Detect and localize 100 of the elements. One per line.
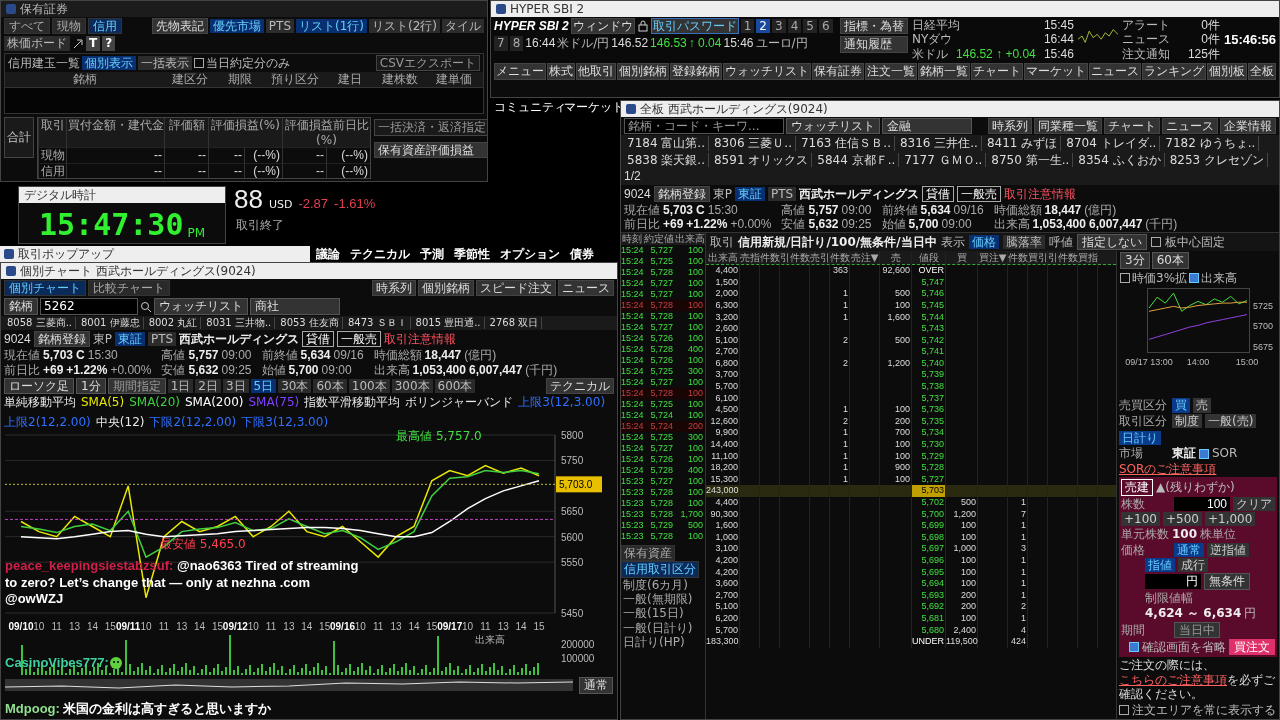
watchlist-dropdown[interactable]: ウォッチリスト [786, 118, 880, 135]
menu-button[interactable]: ニュース [1089, 63, 1141, 80]
menu-button[interactable]: マーケット [1024, 63, 1088, 80]
menu-button[interactable]: メニュー [494, 63, 546, 80]
workspace-tab[interactable]: 2 [756, 19, 770, 34]
menu-button[interactable]: チャート [971, 63, 1023, 80]
range-dropdown[interactable]: 期間指定 [107, 377, 166, 395]
ticker-tab[interactable]: 7182 ゆうちょ.. [1162, 136, 1260, 151]
register-button[interactable]: 銘柄登録 [33, 330, 90, 348]
bars-dropdown[interactable]: 60本 [1151, 252, 1189, 269]
column-header[interactable]: 建株数 [375, 72, 425, 87]
ticker-tab[interactable]: 5844 京都Ｆ.. [814, 152, 900, 168]
view-toggle[interactable]: 株価ボード [4, 36, 70, 51]
page-tab[interactable]: 予測 [420, 247, 444, 262]
period-button[interactable]: 2日 [195, 378, 221, 394]
ticker-tab[interactable]: 8253 クレセゾン [1166, 152, 1268, 168]
ticker-tab[interactable]: 8031 三井物.. [203, 316, 276, 329]
increment-button[interactable]: +1,000 [1204, 511, 1256, 527]
toolbar-button[interactable]: 同業種一覧 [1034, 118, 1102, 135]
ticker-tab[interactable]: 8591 オリックス [711, 152, 813, 168]
register-button[interactable]: 銘柄登録 [653, 185, 710, 202]
ticker-tab[interactable]: 7184 富山第.. [624, 136, 709, 151]
window-dropdown[interactable]: ウィンドウ [570, 18, 635, 35]
page-tab[interactable]: 季節性 [454, 247, 490, 262]
menu-button[interactable]: 他取引 [576, 63, 616, 80]
notice-label[interactable]: アラート [1121, 18, 1170, 33]
notice-label[interactable]: ニュース [1121, 32, 1170, 47]
side-toggle[interactable]: 買 [1172, 398, 1190, 413]
toolbar-button[interactable]: 個別銘柄 [418, 280, 474, 297]
checkbox[interactable] [1120, 272, 1130, 283]
menu-button[interactable]: 株式 [547, 63, 575, 80]
ticker-tab[interactable]: 8704 トレイダ.. [1063, 136, 1161, 151]
tab[interactable]: 信用 [88, 18, 122, 35]
market-toggle[interactable]: 優先市場 [209, 19, 264, 34]
toolbar-button[interactable]: スピード注文 [476, 280, 556, 297]
price-mode-toggle[interactable]: 通常 [1174, 542, 1204, 558]
sor-notice-link[interactable]: SORのご注意事項 [1119, 461, 1217, 477]
view-toggle[interactable]: タイル [442, 19, 484, 34]
notice-link[interactable]: こちらのご注意事項 [1119, 672, 1227, 687]
page-tab[interactable]: オプション [500, 247, 560, 262]
bottom-tab[interactable]: 信用取引区分 [621, 561, 699, 578]
price-type-toggle[interactable]: 指値 [1145, 558, 1175, 573]
toolbar-button[interactable]: 企業情報 [1220, 118, 1276, 135]
ticker-tab[interactable]: 8058 三菱商.. [4, 316, 76, 329]
password-button[interactable]: 取引パスワード [650, 18, 739, 35]
type-dropdown[interactable]: 銘柄 [4, 298, 38, 315]
menu-button[interactable]: 注文一覧 [865, 63, 917, 80]
list-dropdown[interactable]: 商社 [250, 298, 340, 315]
warning-link[interactable]: 取引注意情報 [1004, 186, 1077, 201]
ticker-tab[interactable]: 8354 ふくおか [1075, 152, 1165, 168]
search-field[interactable]: 銘柄・コード・キーワ... [624, 118, 784, 135]
toolbar-button[interactable]: 時系列 [988, 118, 1032, 135]
workspace-tab[interactable]: 3 [772, 19, 786, 34]
workspace-tab[interactable]: 1 [740, 19, 755, 34]
clear-button[interactable]: クリア [1233, 496, 1275, 511]
checkbox[interactable] [1189, 272, 1200, 283]
workspace-tab[interactable]: 5 [803, 19, 817, 34]
menu-button[interactable]: 個別板 [1207, 63, 1247, 80]
checkbox[interactable] [1119, 704, 1129, 715]
condition-dropdown[interactable]: 無条件 [1204, 573, 1250, 590]
increment-button[interactable]: +100 [1121, 511, 1160, 527]
trade-type-toggle[interactable]: 一般(売) [1205, 413, 1257, 428]
trade-type-toggle[interactable]: 制度 [1172, 413, 1202, 428]
chart-tab[interactable]: 個別チャート [4, 280, 86, 297]
period-button[interactable]: 300本 [391, 378, 433, 394]
market-toggle[interactable]: PTS [265, 19, 294, 34]
ticker-tab[interactable]: 8002 丸紅 [145, 316, 202, 329]
ticker-tab[interactable]: 7177 ＧＭＯ.. [901, 152, 987, 168]
ticker-tab[interactable]: 8001 伊藤忠 [78, 316, 144, 329]
period-button[interactable]: 1日 [167, 378, 194, 394]
period-button[interactable]: 100本 [348, 378, 390, 394]
ticker-tab[interactable]: 5838 楽天銀.. [624, 152, 709, 168]
menu-button[interactable]: 登録銘柄 [670, 63, 722, 80]
venue-toggle[interactable]: PTS [147, 331, 177, 347]
tick-dropdown[interactable]: 指定しない [1076, 233, 1147, 251]
technical-button[interactable]: テクニカル [546, 377, 614, 395]
period-button[interactable]: 60本 [313, 378, 347, 394]
action-button[interactable]: 保有資産評価損益 [374, 141, 487, 159]
tab[interactable]: 現物 [52, 18, 86, 35]
period-button[interactable]: 5日 [250, 378, 277, 394]
toolbar-button[interactable]: チャート [1104, 118, 1160, 135]
notice-label[interactable]: 注文通知 [1121, 46, 1170, 62]
toolbar-button[interactable]: ニュース [1162, 118, 1218, 135]
venue-toggle[interactable]: 東証 [734, 186, 765, 201]
interval-dropdown[interactable]: 1分 [76, 377, 106, 395]
ticker-tab[interactable]: 2768 双日 [486, 316, 543, 329]
link-icon[interactable] [72, 37, 84, 50]
column-header[interactable]: 預り区分 [265, 72, 325, 87]
venue-toggle[interactable]: PTS [767, 186, 797, 201]
column-header[interactable]: 建日 [325, 72, 375, 87]
watchlist-dropdown[interactable]: ウォッチリスト [154, 298, 248, 315]
toggle-button[interactable]: 先物表記 [151, 18, 208, 35]
venue-toggle[interactable]: 東証 [114, 331, 145, 347]
view-toggle[interactable]: リスト(2行) [369, 19, 440, 34]
bottom-tab[interactable]: 保有資産 [621, 544, 675, 562]
search-field[interactable]: 5262 [40, 298, 138, 315]
display-toggle[interactable]: 価格 [968, 234, 999, 250]
interval-dropdown[interactable]: 3分 [1120, 252, 1150, 269]
icon-button[interactable]: ? [102, 36, 116, 51]
menu-button[interactable]: 全板 [1248, 63, 1276, 80]
